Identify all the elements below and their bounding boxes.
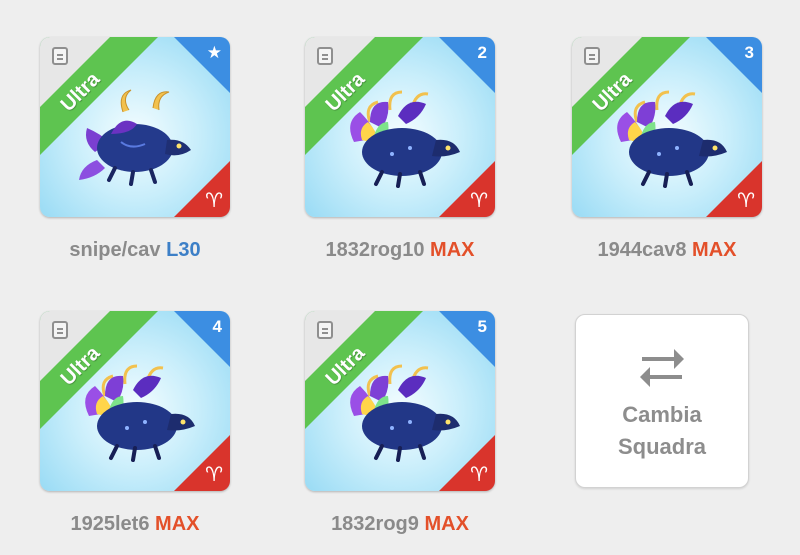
monster-caption: 1832rog9 MAX xyxy=(305,513,495,536)
team-slot-number: 2 xyxy=(477,43,487,62)
monster-card-5[interactable]: Ultra 5 ♈ 1832rog9 MAX xyxy=(305,311,495,536)
team-slot-number: 4 xyxy=(212,317,222,336)
monster-tile[interactable]: Ultra 2 ♈ xyxy=(305,37,495,217)
monster-name: snipe/cav xyxy=(69,239,161,261)
dragon-monster-image xyxy=(350,364,460,462)
monster-level: L30 xyxy=(166,239,201,261)
monster-level: MAX xyxy=(430,239,475,261)
monster-tile[interactable]: Ultra 5 ♈ xyxy=(305,311,495,491)
monster-tile[interactable]: Ultra ★ ♈ xyxy=(40,37,230,217)
aries-sign-icon: ♈ xyxy=(470,464,488,486)
aries-sign-icon: ♈ xyxy=(205,464,223,486)
monster-caption: 1832rog10 MAX xyxy=(305,239,495,262)
aries-sign-icon: ♈ xyxy=(470,190,488,212)
monster-name: 1832rog10 xyxy=(325,239,425,261)
notes-icon[interactable] xyxy=(52,47,68,65)
star-icon: ★ xyxy=(206,43,222,62)
monster-level: MAX xyxy=(692,239,737,261)
monster-level: MAX xyxy=(155,513,200,535)
monster-card-1[interactable]: Ultra ★ ♈ snipe/cav L30 xyxy=(40,37,230,262)
monster-caption: 1925let6 MAX xyxy=(40,513,230,536)
monster-name: 1832rog9 xyxy=(331,513,419,535)
team-slot-number: 3 xyxy=(744,43,754,62)
dragon-monster-image xyxy=(617,90,727,188)
monster-caption: 1944cav8 MAX xyxy=(572,239,762,262)
monster-level: MAX xyxy=(424,513,469,535)
monster-caption: snipe/cav L30 xyxy=(40,239,230,262)
swap-arrows-icon xyxy=(640,349,684,387)
dragon-monster-image xyxy=(79,89,191,186)
dragon-monster-image xyxy=(85,364,195,462)
notes-icon[interactable] xyxy=(584,47,600,65)
monster-tile[interactable]: Ultra 3 ♈ xyxy=(572,37,762,217)
monster-card-4[interactable]: Ultra 4 ♈ 1925let6 MAX xyxy=(40,311,230,536)
monster-name: 1944cav8 xyxy=(597,239,687,261)
notes-icon[interactable] xyxy=(317,321,333,339)
monster-tile[interactable]: Ultra 4 ♈ xyxy=(40,311,230,491)
notes-icon[interactable] xyxy=(317,47,333,65)
aries-sign-icon: ♈ xyxy=(737,190,755,212)
monster-card-3[interactable]: Ultra 3 ♈ 1944cav8 MAX xyxy=(572,37,762,262)
dragon-monster-image xyxy=(350,90,460,188)
notes-icon[interactable] xyxy=(52,321,68,339)
team-slot-number: 5 xyxy=(477,317,487,336)
monster-name: 1925let6 xyxy=(70,513,150,535)
change-team-label: Cambia Squadra xyxy=(617,402,707,459)
monster-card-2[interactable]: Ultra 2 ♈ 1832rog10 MAX xyxy=(305,37,495,262)
change-team-button[interactable]: Cambia Squadra xyxy=(575,314,749,488)
aries-sign-icon: ♈ xyxy=(205,190,223,212)
